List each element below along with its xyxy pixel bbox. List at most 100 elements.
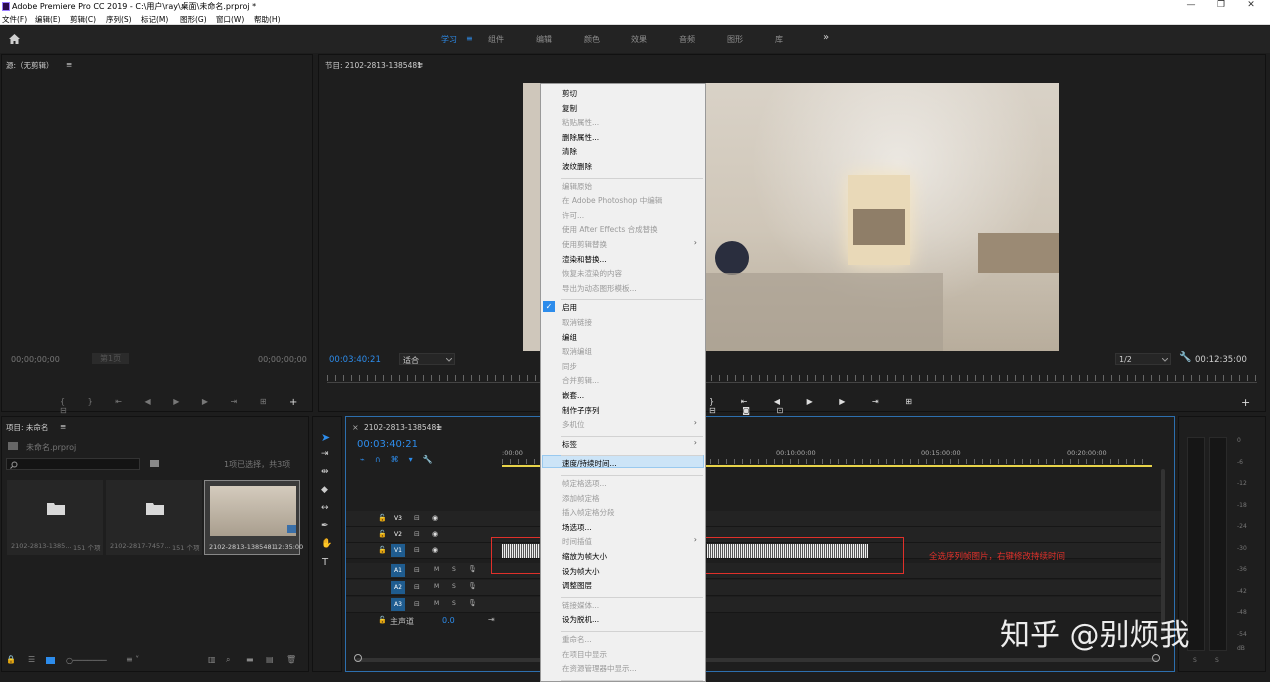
lock-icon[interactable]: 🔒 <box>6 655 16 664</box>
timeline-panel-menu-icon[interactable]: ≡ <box>436 423 442 432</box>
timeline-toolbar[interactable]: ⌁∩⌘▾🔧 <box>360 455 480 465</box>
hand-tool-icon[interactable]: ✋ <box>321 539 332 549</box>
context-menu-item[interactable]: 启用 <box>562 302 577 313</box>
sort-icon[interactable]: ≡ ˅ <box>126 655 139 664</box>
context-menu-item[interactable]: 恢复未渲染的内容 <box>562 268 622 279</box>
source-transport-controls[interactable]: { } ⇤ ◀ ▶ ▶ ⇥ ⊞ ⊟ <box>60 397 300 415</box>
lock-icon[interactable]: 🔓 <box>378 616 387 624</box>
track-target-a1[interactable]: A1 <box>391 564 405 577</box>
wrench-icon[interactable]: 🔧 <box>1179 352 1191 363</box>
context-menu-item[interactable]: 同步 <box>562 361 577 372</box>
master-track-value[interactable]: 0.0 <box>442 616 455 625</box>
workspace-tab-color[interactable]: 颜色 <box>584 34 600 45</box>
meter-solo-left[interactable]: S <box>1193 657 1197 664</box>
context-menu-item[interactable]: 时间插值 <box>562 536 592 547</box>
source-panel-menu-icon[interactable]: ≡ <box>66 60 72 69</box>
program-add-button-icon[interactable]: + <box>1241 396 1250 409</box>
context-menu-item[interactable]: 多机位 <box>562 419 585 430</box>
timeline-timecode[interactable]: 00:03:40:21 <box>357 439 418 450</box>
program-transport-controls[interactable]: } ⇤ ◀ ▶ ▶ ⇥ ⊞ ⊟ ◙ ⊡ <box>709 397 949 415</box>
track-select-tool-icon[interactable]: ⇥ <box>321 449 329 459</box>
lock-icon[interactable]: 🔓 <box>378 514 387 522</box>
sync-lock-icon[interactable]: ⊟ <box>414 583 420 591</box>
new-bin-icon[interactable] <box>150 460 159 467</box>
context-menu-item[interactable]: 调整图层 <box>562 580 592 591</box>
context-menu-item[interactable]: 渲染和替换... <box>562 254 607 265</box>
microphone-icon[interactable]: 🎙 <box>468 565 477 573</box>
project-search-input[interactable] <box>6 458 140 470</box>
context-menu-item[interactable]: 在项目中显示 <box>562 649 607 660</box>
pen-tool-icon[interactable]: ✒ <box>321 521 329 531</box>
context-menu-item[interactable]: 速度/持续时间... <box>562 458 617 469</box>
workspace-tab-menu-icon[interactable]: ≡ <box>466 34 473 43</box>
project-sequence-item[interactable]: 2102-2813-1385481 12:35:00 <box>204 480 303 555</box>
menu-edit[interactable]: 编辑(E) <box>35 14 61 25</box>
context-menu-item[interactable]: 粘贴属性... <box>562 117 599 128</box>
context-menu-item[interactable]: 复制 <box>562 103 577 114</box>
close-button[interactable]: ✕ <box>1236 0 1266 13</box>
home-icon[interactable] <box>8 33 21 45</box>
track-target-v2[interactable]: V2 <box>391 528 405 541</box>
sync-lock-icon[interactable]: ⊟ <box>414 514 420 522</box>
context-menu-item[interactable]: 使用 After Effects 合成替换 <box>562 224 658 235</box>
source-add-button-icon[interactable]: + <box>289 397 297 408</box>
workspace-more-button[interactable]: » <box>823 32 829 43</box>
context-menu-item[interactable]: 重命名... <box>562 634 592 645</box>
program-panel-menu-icon[interactable]: ≡ <box>417 60 423 69</box>
workspace-tab-assembly[interactable]: 组件 <box>488 34 504 45</box>
context-menu-item[interactable]: 导出为动态图形模板... <box>562 283 637 294</box>
list-view-icon[interactable]: ☰ <box>28 655 35 664</box>
new-item-icon[interactable]: ▤ <box>266 655 274 664</box>
ripple-edit-tool-icon[interactable]: ⇹ <box>321 467 329 477</box>
minimize-button[interactable]: — <box>1176 0 1206 13</box>
context-menu-item[interactable]: 插入帧定格分段 <box>562 507 615 518</box>
microphone-icon[interactable]: 🎙 <box>468 599 477 607</box>
solo-button[interactable]: S <box>452 566 456 573</box>
eye-icon[interactable]: ◉ <box>432 530 438 538</box>
context-menu-item[interactable]: 许可... <box>562 210 584 221</box>
context-menu-item[interactable]: 场选项... <box>562 522 592 533</box>
razor-tool-icon[interactable]: ◆ <box>321 485 328 495</box>
context-menu-item[interactable]: 删除属性... <box>562 132 599 143</box>
slip-tool-icon[interactable]: ↔ <box>321 503 329 513</box>
menu-marker[interactable]: 标记(M) <box>141 14 168 25</box>
context-menu-item[interactable]: 嵌套... <box>562 390 584 401</box>
program-resolution-dropdown[interactable]: 1/2 <box>1115 353 1171 365</box>
eye-icon[interactable]: ◉ <box>432 546 438 554</box>
trash-icon[interactable]: 🗑 <box>286 655 296 664</box>
source-page-selector[interactable]: 第1页 <box>92 353 130 364</box>
menu-sequence[interactable]: 序列(S) <box>106 14 132 25</box>
context-menu-item[interactable]: 帧定格选项... <box>562 478 607 489</box>
context-menu-item[interactable]: 使用剪辑替换 <box>562 239 607 250</box>
go-to-end-icon[interactable]: ⇥ <box>488 615 495 624</box>
program-scrub-bar[interactable] <box>327 382 1257 383</box>
workspace-tab-libraries[interactable]: 库 <box>775 34 783 45</box>
context-menu-item[interactable]: 取消链接 <box>562 317 592 328</box>
lock-icon[interactable]: 🔓 <box>378 530 387 538</box>
menu-file[interactable]: 文件(F) <box>2 14 27 25</box>
program-timecode[interactable]: 00:03:40:21 <box>329 355 381 365</box>
menu-window[interactable]: 窗口(W) <box>216 14 244 25</box>
new-bin-footer-icon[interactable]: ▬ <box>246 655 254 664</box>
context-menu-item[interactable]: 编组 <box>562 332 577 343</box>
sync-lock-icon[interactable]: ⊟ <box>414 566 420 574</box>
mute-button[interactable]: M <box>434 600 439 607</box>
context-menu-item[interactable]: 取消编组 <box>562 346 592 357</box>
solo-button[interactable]: S <box>452 600 456 607</box>
horizontal-scrollbar[interactable] <box>356 658 1158 662</box>
program-time-ruler[interactable] <box>327 375 1257 381</box>
automate-icon[interactable]: ▥ <box>208 655 216 664</box>
track-target-v1[interactable]: V1 <box>391 544 405 557</box>
context-menu-item[interactable]: 波纹删除 <box>562 161 592 172</box>
selection-tool-icon[interactable]: ➤ <box>321 431 330 444</box>
context-menu-item[interactable]: 标签 <box>562 439 577 450</box>
microphone-icon[interactable]: 🎙 <box>468 582 477 590</box>
sync-lock-icon[interactable]: ⊟ <box>414 546 420 554</box>
restore-button[interactable]: ❐ <box>1206 0 1236 13</box>
workspace-tab-effects[interactable]: 效果 <box>631 34 647 45</box>
meter-solo-right[interactable]: S <box>1215 657 1219 664</box>
project-bin-item[interactable]: 2102-2813-1385... 151 个项 <box>7 480 103 555</box>
workspace-tab-audio[interactable]: 音频 <box>679 34 695 45</box>
context-menu-item[interactable]: 设为脱机... <box>562 614 599 625</box>
workspace-tab-graphics[interactable]: 图形 <box>727 34 743 45</box>
